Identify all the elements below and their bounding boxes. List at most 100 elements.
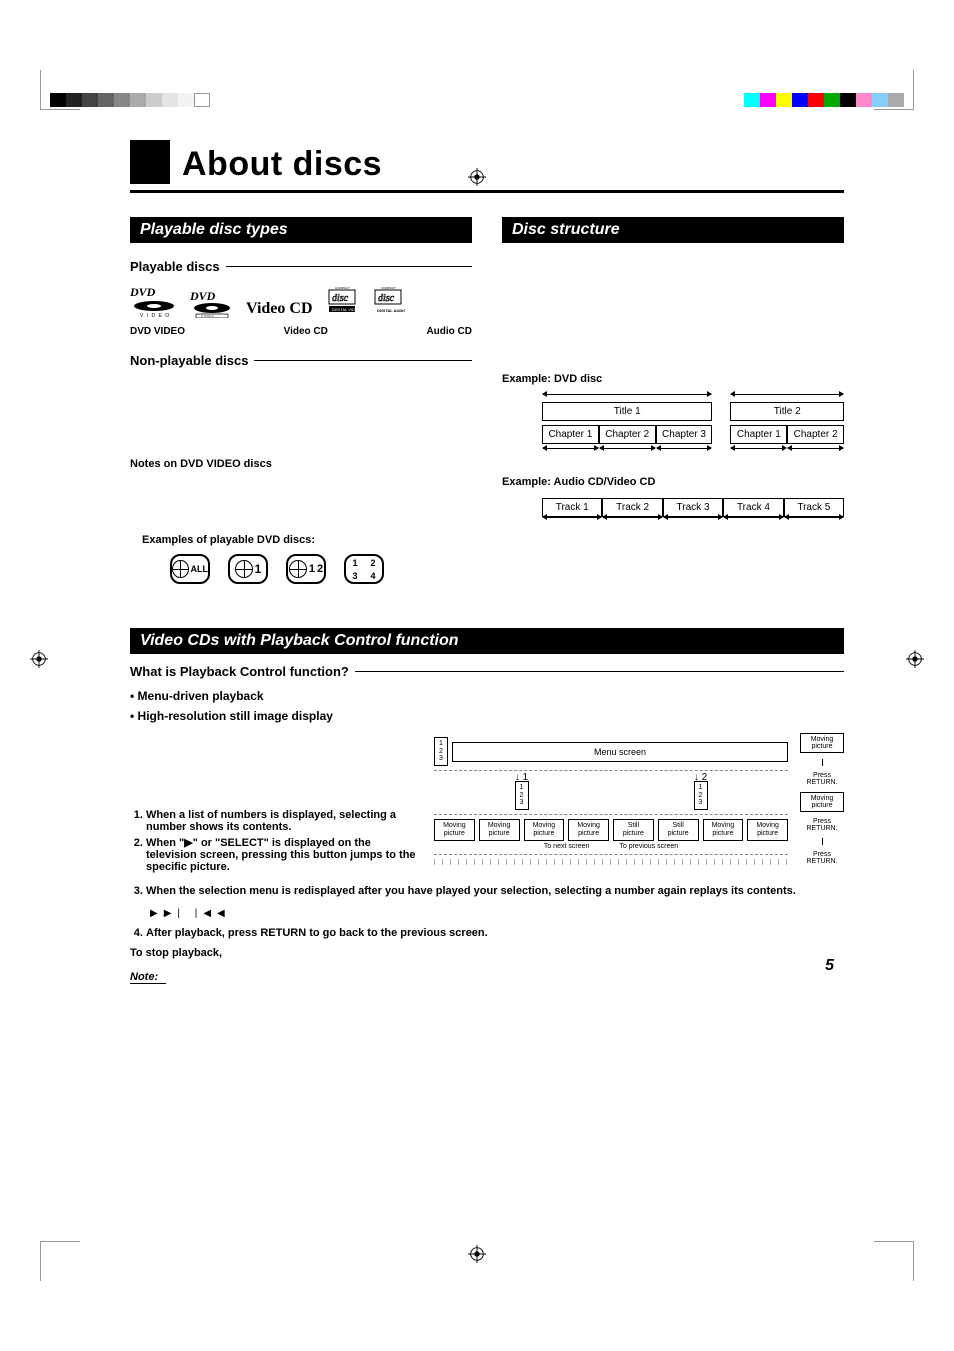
flow-leaf: Moving picture [747, 819, 788, 840]
globe-icon [235, 560, 253, 578]
step-1: When a list of numbers is displayed, sel… [146, 809, 440, 833]
cd-structure-diagram: Track 1 Track 2 Track 3 Track 4 Track 5 [542, 498, 844, 525]
pbc-flowchart: 1 2 3 Menu screen ↓ 1 1 2 3 [434, 733, 844, 865]
rule-line [355, 671, 844, 672]
crop-mark [874, 1241, 914, 1281]
svg-text:DIGITAL VIDEO: DIGITAL VIDEO [332, 307, 359, 312]
flow-press-return: Press RETURN. [800, 772, 844, 786]
stop-playback-label: To stop playback, [130, 947, 844, 959]
svg-text:DVD: DVD [130, 285, 156, 299]
diagram-track: Track 2 [602, 498, 662, 517]
compact-disc-video-icon: COMPACT disc DIGITAL VIDEO [325, 284, 359, 318]
region-code-multi: 1 2 3 4 [344, 554, 384, 584]
region-code-label: 1 [255, 562, 262, 576]
flow-leaf: Moving picture [568, 819, 609, 840]
flow-num: 3 [698, 799, 704, 807]
region-code-label: 2 [364, 558, 382, 568]
region-code-label: 4 [364, 571, 382, 581]
flow-leaf: Moving picture [524, 819, 565, 840]
diagram-chapter: Chapter 2 [599, 425, 656, 444]
section-heading-structure: Disc structure [502, 217, 844, 243]
flow-leaf: Moving picture [703, 819, 744, 840]
svg-text:COMPACT: COMPACT [335, 286, 350, 290]
svg-text:DIGITAL AUDIO: DIGITAL AUDIO [377, 308, 405, 313]
flow-num: 1 [523, 772, 529, 783]
notes-dvd-label: Notes on DVD VIDEO discs [130, 458, 472, 470]
dvd-video-logo-icon: DVD V I D E O [130, 284, 178, 318]
flow-num: 2 [519, 792, 525, 800]
note-label: Note: [130, 971, 166, 984]
logo-label-dvd: DVD VIDEO [130, 326, 185, 337]
globe-icon [289, 560, 307, 578]
svg-text:disc: disc [378, 293, 395, 304]
flow-num: 1 [698, 784, 704, 792]
diagram-track: Track 3 [663, 498, 723, 517]
globe-icon [172, 560, 189, 578]
example-cd-label: Example: Audio CD/Video CD [502, 476, 844, 488]
transport-icons: ▶▶| |◀◀ [150, 908, 231, 919]
svg-text:V I D E O: V I D E O [140, 313, 170, 318]
title-marker [130, 140, 170, 184]
dvd-logo-icon: DVD V I D E O [190, 288, 234, 318]
diagram-title: Title 2 [730, 402, 844, 421]
region-code-label: ALL [191, 564, 209, 574]
flow-num: 3 [519, 799, 525, 807]
flow-num: 1 [438, 740, 444, 748]
flow-num: 2 [702, 772, 708, 783]
flow-press-return: Press RETURN. [800, 851, 844, 865]
region-code-label: 2 [317, 563, 323, 575]
compact-disc-audio-icon: COMPACT disc DIGITAL AUDIO [371, 284, 405, 318]
flow-leaf: Still picture [613, 819, 654, 840]
diagram-chapter: Chapter 1 [730, 425, 787, 444]
section-heading-playable: Playable disc types [130, 217, 472, 243]
region-code-label: 1 [346, 558, 364, 568]
flow-press-return: Press RETURN. [800, 818, 844, 832]
example-dvd-label: Example: DVD disc [502, 373, 844, 385]
flow-leaf: Still picture [658, 819, 699, 840]
flow-num: 2 [698, 792, 704, 800]
diagram-chapter: Chapter 1 [542, 425, 599, 444]
region-code-label: 1 [309, 563, 315, 575]
flow-hint-next: To next screen [544, 843, 590, 850]
flow-num: 1 [519, 784, 525, 792]
flow-leaf: Moving picture [434, 819, 475, 840]
flow-moving-picture: Moving picture [800, 733, 844, 753]
region-code-all: ALL [170, 554, 210, 584]
registration-mark-icon [30, 650, 48, 668]
section-heading-pbc: Video CDs with Playback Control function [130, 628, 844, 654]
playable-discs-label: Playable discs [130, 259, 220, 274]
step-3: When the selection menu is redisplayed a… [146, 885, 844, 897]
rule-line [254, 360, 472, 361]
svg-text:disc: disc [332, 293, 349, 304]
nonplayable-discs-label: Non-playable discs [130, 353, 248, 368]
svg-text:COMPACT: COMPACT [381, 286, 396, 290]
crop-mark [40, 1241, 80, 1281]
diagram-track: Track 4 [723, 498, 783, 517]
flow-num: 3 [438, 755, 444, 763]
step-2: When "▶" or "SELECT" is displayed on the… [146, 836, 440, 873]
diagram-track: Track 5 [784, 498, 844, 517]
flow-num: 2 [438, 748, 444, 756]
page-number: 5 [825, 957, 834, 975]
pbc-question-label: What is Playback Control function? [130, 664, 349, 679]
diagram-track: Track 1 [542, 498, 602, 517]
videocd-logotype: Video CD [246, 300, 313, 318]
svg-text:DVD: DVD [190, 289, 216, 303]
region-code-1: 1 [228, 554, 268, 584]
region-code-label: 3 [346, 571, 364, 581]
region-code-1-2: 1 2 [286, 554, 326, 584]
diagram-chapter: Chapter 2 [787, 425, 844, 444]
diagram-chapter: Chapter 3 [656, 425, 713, 444]
disc-logos: DVD V I D E O DVD V I D E O Video CD [130, 284, 472, 318]
registration-mark-icon [468, 1245, 486, 1263]
logo-label-vcd: Video CD [284, 326, 328, 337]
diagram-title: Title 1 [542, 402, 712, 421]
flow-hint-prev: To previous screen [619, 843, 678, 850]
bullet-hires-still: High-resolution still image display [130, 709, 844, 723]
page-title: About discs [182, 145, 382, 184]
playable-examples-label: Examples of playable DVD discs: [142, 534, 472, 546]
svg-text:V I D E O: V I D E O [201, 314, 214, 318]
rule-line [226, 266, 472, 267]
flow-moving-picture: Moving picture [800, 792, 844, 812]
bullet-menu-driven: Menu-driven playback [130, 689, 844, 703]
